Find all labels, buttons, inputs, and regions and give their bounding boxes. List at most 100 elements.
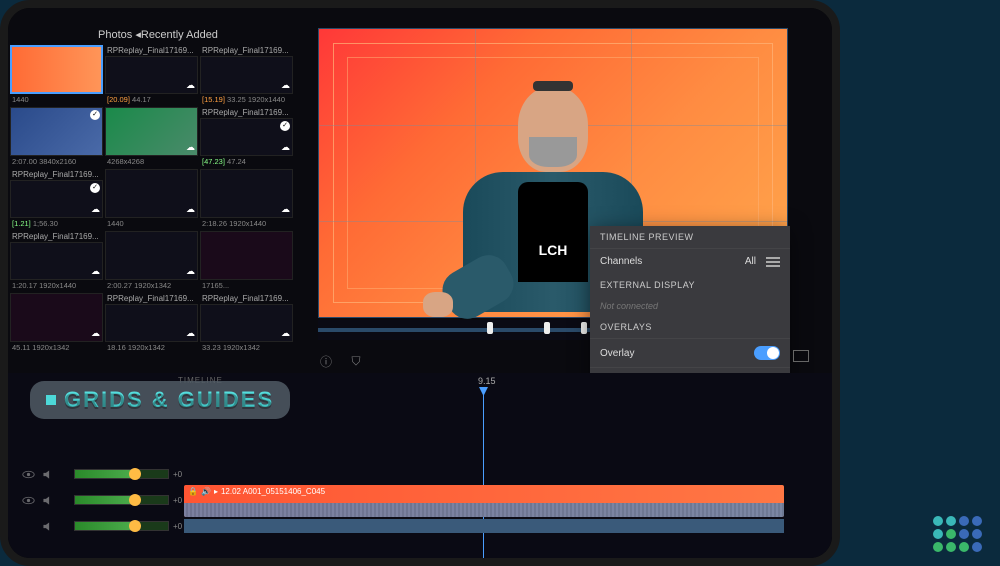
- clip-thumbnail: [200, 231, 293, 280]
- track-value: +0: [173, 470, 182, 479]
- media-clip[interactable]: ✓2:07.00 3840x2160: [10, 107, 103, 167]
- media-clip[interactable]: RPReplay_Final17169...☁✓[47.23] 47.24: [200, 107, 293, 167]
- media-clip[interactable]: ☁ 2:18.26 1920x1440: [200, 169, 293, 229]
- clip-metadata: 1:20.17 1920x1440: [10, 280, 103, 291]
- clip-metadata: [47.23] 47.24: [200, 156, 293, 167]
- clip-metadata: 18.16 1920x1342: [105, 342, 198, 353]
- not-connected-label: Not connected: [590, 296, 790, 316]
- media-clip[interactable]: RPReplay_Final17169... ☁ [15.19] 33.25 192…: [200, 45, 293, 105]
- media-clip[interactable]: RPReplay_Final17169...☁33.23 1920x1342: [200, 293, 293, 353]
- overlay-row: Overlay: [590, 338, 790, 367]
- badge-dot-icon: [46, 395, 56, 405]
- cloud-icon: ☁: [281, 204, 290, 215]
- audio-clip[interactable]: [184, 519, 784, 533]
- clip-thumbnail: ☁✓: [10, 180, 103, 218]
- clip-thumbnail: ☁: [105, 304, 198, 342]
- waveform: [184, 503, 784, 517]
- app-logo: [933, 516, 982, 552]
- marker-icon[interactable]: ⛉: [347, 352, 365, 370]
- clip-thumbnail: [10, 45, 103, 94]
- clip-metadata: 2:00.27 1920x1342: [105, 280, 198, 291]
- clip-thumbnail: ☁: [10, 293, 103, 342]
- clip-title: RPReplay_Final17169...: [105, 45, 198, 56]
- clip-metadata: [1.21] 1;56.30: [10, 218, 103, 229]
- track-value: +0: [173, 522, 182, 531]
- clip-name: 12.02 A001_05151406_C045: [221, 487, 325, 496]
- clip-thumbnail: ☁: [105, 169, 198, 218]
- cloud-icon: ☁: [186, 204, 195, 215]
- media-clip[interactable]: ☁ 45.11 1920x1342: [10, 293, 103, 353]
- media-browser: Photos ◂Recently Added 1440RPReplay_Fina…: [8, 24, 308, 364]
- media-clip[interactable]: 1440: [10, 45, 103, 105]
- clip-metadata: 1440: [10, 94, 103, 105]
- channels-label: Channels: [600, 256, 642, 267]
- clip-metadata: 2:18.26 1920x1440: [200, 218, 293, 229]
- media-clip[interactable]: RPReplay_Final17169... ☁ 18.16 1920x1342: [105, 293, 198, 353]
- media-clip[interactable]: ☁1440: [105, 169, 198, 229]
- aspect-icon[interactable]: [793, 350, 809, 362]
- cloud-icon: ☁: [281, 80, 290, 91]
- volume-meter[interactable]: [74, 521, 169, 531]
- clip-metadata: [20.09] 44.17: [105, 94, 198, 105]
- volume-meter[interactable]: [74, 469, 169, 479]
- browser-header[interactable]: Photos ◂Recently Added: [8, 24, 308, 45]
- clip-metadata: 4268x4268: [105, 156, 198, 167]
- overlay-toggle[interactable]: [754, 346, 780, 360]
- timeline-time: 9.15: [478, 376, 496, 386]
- cloud-icon: ☁: [91, 204, 100, 215]
- clip-metadata: 2:07.00 3840x2160: [10, 156, 103, 167]
- browser-title: Photos ◂Recently Added: [98, 28, 218, 41]
- channels-row[interactable]: Channels All: [590, 248, 790, 274]
- clip-title: RPReplay_Final17169...: [10, 169, 103, 180]
- badge-text: GRIDS & GUIDES: [64, 387, 274, 413]
- check-icon: ✓: [90, 183, 100, 193]
- cloud-icon: ☁: [186, 328, 195, 339]
- media-clip[interactable]: RPReplay_Final17169... ☁ 1:20.17 1920x1440: [10, 231, 103, 291]
- tutorial-badge: GRIDS & GUIDES: [30, 381, 290, 419]
- overlay-label: Overlay: [600, 348, 634, 359]
- track-row: +0: [8, 463, 832, 485]
- clip-metadata: 45.11 1920x1342: [10, 342, 103, 353]
- volume-meter[interactable]: [74, 495, 169, 505]
- clip-thumbnail: ☁: [105, 56, 198, 94]
- clip-title: RPReplay_Final17169...: [10, 231, 103, 242]
- audio-icon: 🔊: [201, 487, 211, 496]
- cloud-icon: ☁: [186, 142, 195, 153]
- lock-icon: 🔒: [188, 487, 198, 496]
- media-clip[interactable]: ☁ 2:00.27 1920x1342: [105, 231, 198, 291]
- speaker-icon[interactable]: [41, 520, 54, 533]
- media-clip[interactable]: RPReplay_Final17169...☁✓[1.21] 1;56.30: [10, 169, 103, 229]
- eye-icon[interactable]: [22, 494, 35, 507]
- clip-metadata: 17165...: [200, 280, 293, 291]
- eye-icon[interactable]: [22, 468, 35, 481]
- clip-thumbnail: ☁: [200, 169, 293, 218]
- clip-grid: 1440RPReplay_Final17169...☁[20.09] 44.17…: [8, 45, 308, 353]
- section-timeline-preview: TIMELINE PREVIEW: [590, 226, 790, 248]
- speaker-icon[interactable]: [41, 494, 54, 507]
- cloud-icon: ☁: [91, 328, 100, 339]
- media-clip[interactable]: ☁ 4268x4268: [105, 107, 198, 167]
- media-clip[interactable]: 17165...: [200, 231, 293, 291]
- clip-thumbnail: ☁: [200, 304, 293, 342]
- clip-thumbnail: ✓: [10, 107, 103, 156]
- channels-value: All: [745, 256, 756, 267]
- section-external-display: EXTERNAL DISPLAY: [590, 274, 790, 296]
- clip-metadata: 33.23 1920x1342: [200, 342, 293, 353]
- clip-metadata: [15.19] 33.25 1920x1440: [200, 94, 293, 105]
- clip-thumbnail: ☁: [105, 107, 198, 156]
- cloud-icon: ☁: [186, 266, 195, 277]
- tablet-device: Photos ◂Recently Added 1440RPReplay_Fina…: [0, 0, 840, 566]
- check-icon: ✓: [280, 121, 290, 131]
- clip-thumbnail: ☁✓: [200, 118, 293, 156]
- list-icon: [766, 257, 780, 267]
- clip-title: RPReplay_Final17169...: [105, 293, 198, 304]
- media-clip[interactable]: RPReplay_Final17169... ☁ [20.09] 44.17: [105, 45, 198, 105]
- clip-title: RPReplay_Final17169...: [200, 107, 293, 118]
- timeline-clip[interactable]: 🔒 🔊 ▸ 12.02 A001_05151406_C045: [184, 485, 784, 517]
- cloud-icon: ☁: [186, 80, 195, 91]
- info-icon[interactable]: ⓘ: [317, 352, 335, 370]
- speaker-icon[interactable]: [41, 468, 54, 481]
- cloud-icon: ☁: [91, 266, 100, 277]
- clip-thumbnail: ☁: [105, 231, 198, 280]
- clip-title: RPReplay_Final17169...: [200, 45, 293, 56]
